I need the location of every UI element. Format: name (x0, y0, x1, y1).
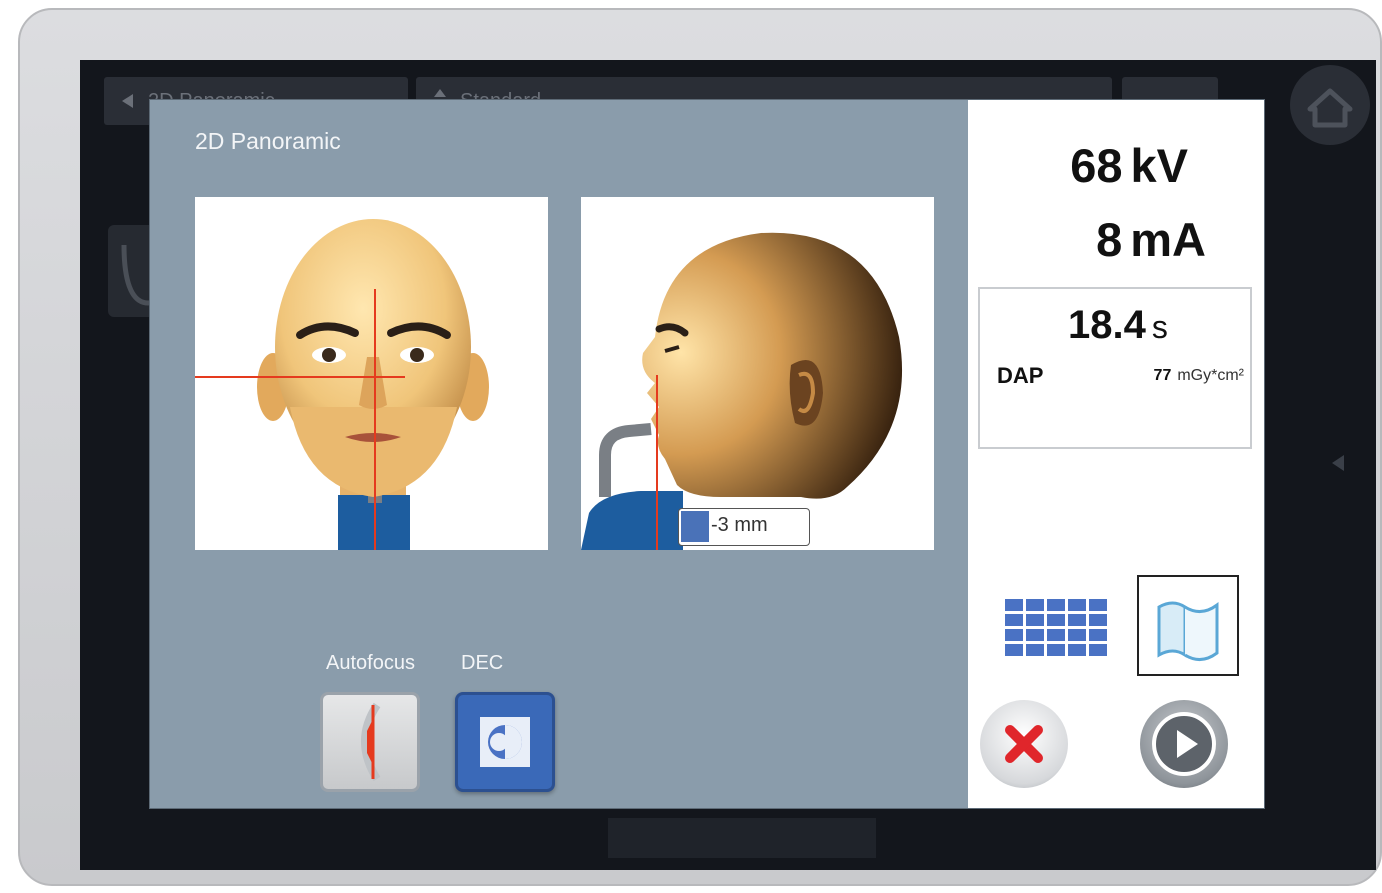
side-view-panel: -3 mm (581, 197, 934, 550)
offset-value: -3 mm (711, 514, 768, 536)
dec-button[interactable] (455, 692, 555, 792)
home-icon (1307, 88, 1353, 128)
autofocus-button[interactable] (320, 692, 420, 792)
volume-mode-button[interactable] (1137, 575, 1239, 676)
side-collapse-arrow-icon[interactable] (1332, 455, 1344, 471)
exposure-info-box: 18.4 s DAP 77 mGy*cm² (978, 287, 1252, 449)
dap-display: 77 mGy*cm² (1154, 367, 1244, 385)
play-icon (1152, 712, 1216, 776)
exposure-panel: 68 kV 8 mA 18.4 s DAP 77 mGy*cm² (968, 100, 1264, 808)
dap-label: DAP (997, 363, 1044, 388)
ma-display: 8 mA (1096, 212, 1206, 267)
dec-icon (480, 717, 530, 767)
home-button[interactable] (1290, 65, 1370, 145)
ma-value: 8 (1096, 213, 1123, 266)
exposure-dialog: 2D Panoramic -3 mm Autofocus DEC 68 kV 8… (150, 100, 1264, 808)
autofocus-icon (361, 702, 381, 782)
ma-unit: mA (1130, 213, 1206, 266)
kv-unit: kV (1130, 139, 1189, 192)
front-view-panel (195, 197, 548, 550)
time-unit: s (1151, 309, 1168, 345)
back-arrow-icon (122, 94, 133, 108)
background-button-strip (608, 818, 876, 858)
dialog-title: 2D Panoramic (195, 128, 341, 154)
dec-label: DEC (461, 652, 504, 674)
kv-value: 68 (1070, 139, 1123, 192)
volume-cylinder-icon (1157, 601, 1219, 661)
start-exposure-button[interactable] (1140, 700, 1228, 788)
autofocus-label: Autofocus (326, 652, 415, 674)
kv-display: 68 kV (1070, 138, 1188, 193)
dap-value: 77 (1153, 367, 1172, 384)
cancel-x-icon (1005, 725, 1043, 763)
front-head-image (195, 219, 489, 550)
offset-marker (681, 511, 709, 542)
side-head-image (581, 232, 903, 550)
dap-unit: mGy*cm² (1177, 367, 1244, 384)
time-value: 18.4 (1068, 303, 1146, 347)
focal-offset-indicator: -3 mm (678, 508, 810, 546)
cancel-button[interactable] (980, 700, 1068, 788)
image-mode-button[interactable] (1005, 599, 1109, 657)
exposure-time: 18.4 s (1068, 303, 1168, 348)
